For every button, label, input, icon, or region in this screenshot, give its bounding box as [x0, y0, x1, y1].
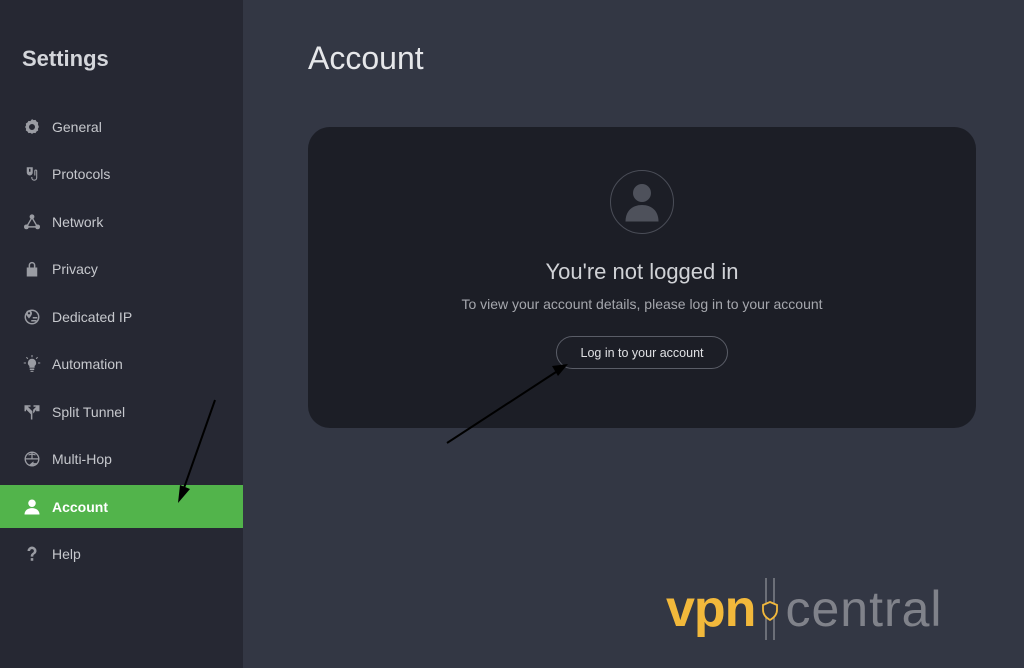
- sidebar-item-help[interactable]: Help: [0, 533, 243, 576]
- login-button[interactable]: Log in to your account: [556, 336, 728, 369]
- sidebar-item-general[interactable]: General: [0, 105, 243, 148]
- globe-pin-icon: [22, 307, 42, 327]
- login-instruction-text: To view your account details, please log…: [461, 296, 823, 312]
- globe-arrow-icon: [22, 449, 42, 469]
- watermark-central-text: central: [785, 581, 943, 637]
- sidebar-item-label: General: [52, 118, 102, 135]
- network-icon: [22, 212, 42, 232]
- watermark-vpn-text: vpn: [666, 580, 756, 638]
- sidebar-item-dedicated-ip[interactable]: Dedicated IP: [0, 295, 243, 338]
- sidebar-item-protocols[interactable]: Protocols: [0, 153, 243, 196]
- sidebar-item-label: Automation: [52, 356, 123, 372]
- sidebar-item-split-tunnel[interactable]: Split Tunnel: [0, 390, 243, 433]
- lock-icon: [22, 259, 42, 279]
- sidebar-item-label: Multi-Hop: [52, 451, 112, 467]
- sidebar-nav: General Protocols Network Privacy Dedica…: [0, 105, 243, 580]
- protocols-icon: [22, 164, 42, 184]
- page-title: Account: [308, 40, 424, 76]
- vpncentral-watermark: vpn central: [666, 574, 1016, 644]
- sidebar-item-label: Help: [52, 546, 81, 562]
- sidebar-item-label: Protocols: [52, 166, 111, 182]
- sidebar-title: Settings: [22, 46, 109, 71]
- question-icon: [22, 544, 42, 564]
- sidebar-item-account[interactable]: Account: [0, 485, 243, 528]
- shield-icon: [762, 578, 779, 640]
- sidebar-item-label: Privacy: [52, 261, 98, 277]
- sidebar-item-multi-hop[interactable]: Multi-Hop: [0, 438, 243, 481]
- sidebar-item-label: Network: [52, 213, 104, 230]
- lightbulb-icon: [22, 354, 42, 374]
- sidebar-item-label: Split Tunnel: [52, 403, 126, 420]
- split-arrows-icon: [22, 402, 42, 422]
- sidebar: Settings General Protocols Network Priva…: [0, 0, 243, 668]
- gear-icon: [22, 117, 42, 137]
- sidebar-item-privacy[interactable]: Privacy: [0, 248, 243, 291]
- account-card: You're not logged in To view your accoun…: [308, 127, 976, 428]
- avatar: [610, 170, 674, 234]
- sidebar-item-label: Dedicated IP: [52, 308, 133, 325]
- not-logged-in-heading: You're not logged in: [545, 259, 739, 284]
- sidebar-item-label: Account: [52, 498, 108, 515]
- user-placeholder-icon: [625, 184, 659, 222]
- sidebar-item-network[interactable]: Network: [0, 200, 243, 243]
- sidebar-item-automation[interactable]: Automation: [0, 343, 243, 386]
- user-icon: [22, 497, 42, 517]
